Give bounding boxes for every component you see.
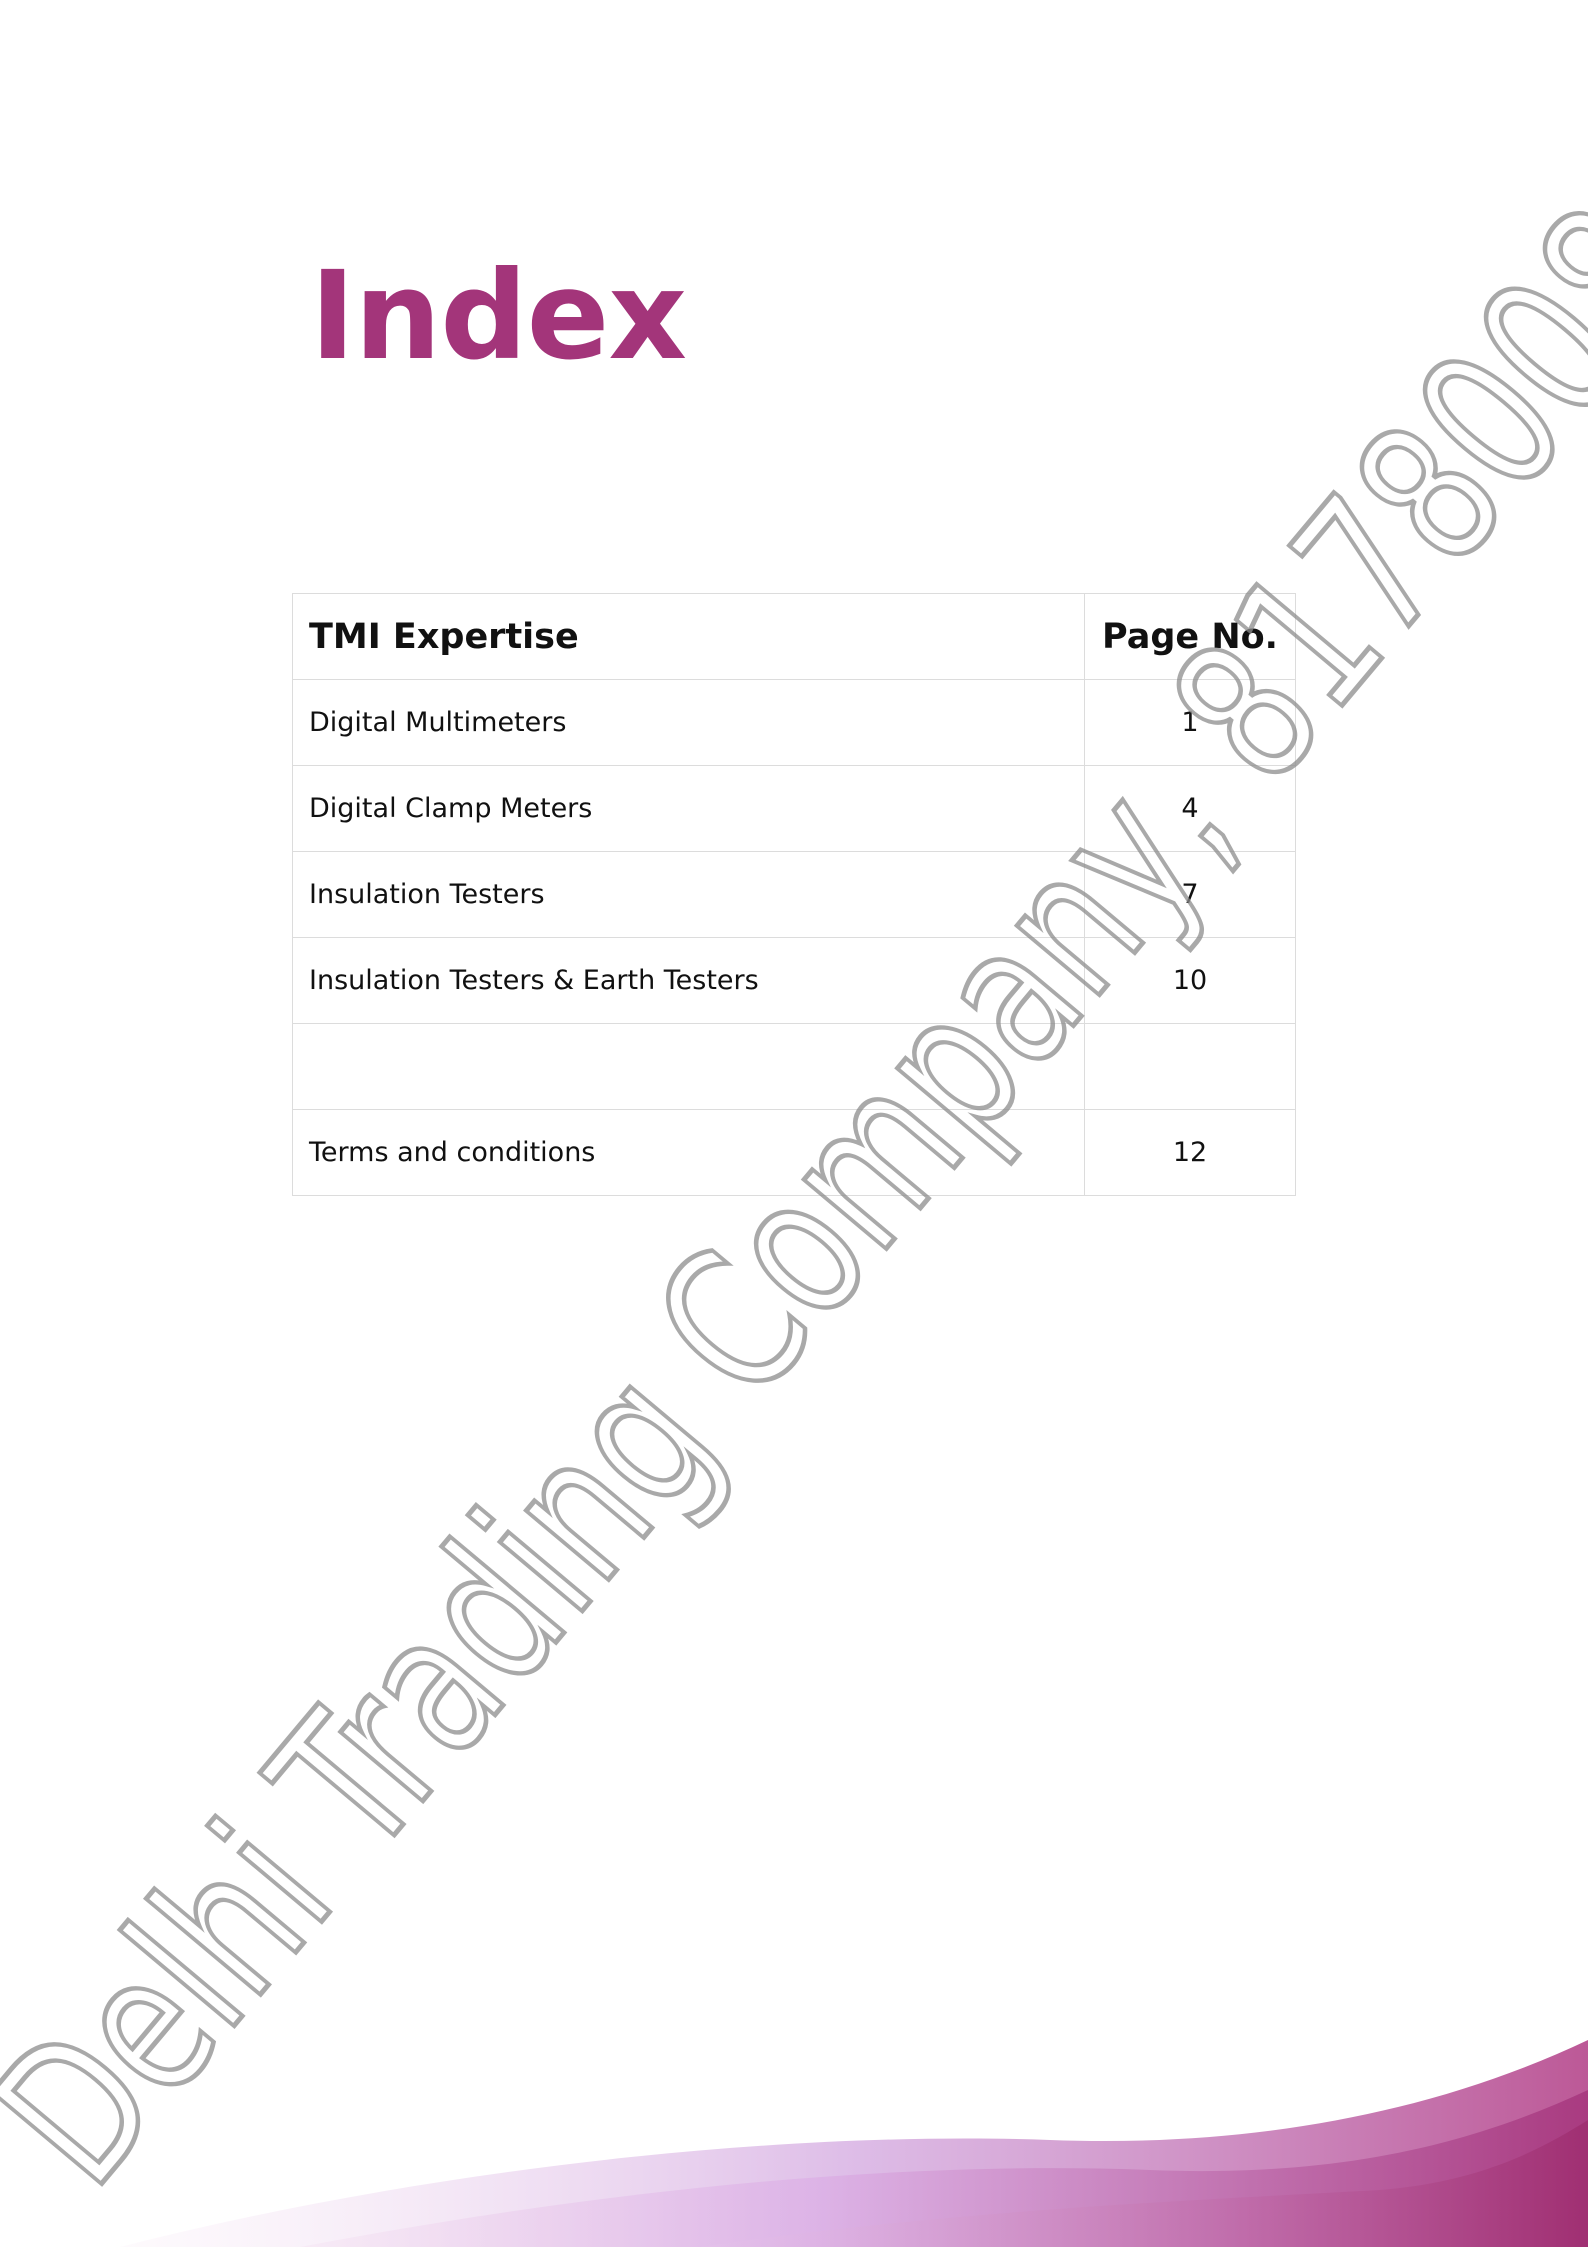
- page-number-cell: 12: [1084, 1109, 1296, 1196]
- page-title: Index: [310, 245, 687, 387]
- topic-cell: Terms and conditions: [292, 1109, 1085, 1196]
- page-number-cell: 10: [1084, 937, 1296, 1024]
- page-number-cell: [1084, 1023, 1296, 1110]
- index-table: TMI Expertise Page No. Digital Multimete…: [292, 593, 1296, 1196]
- wave-layer: [120, 2040, 1588, 2247]
- table-header-row: TMI Expertise Page No.: [292, 593, 1296, 680]
- page-number-cell: 7: [1084, 851, 1296, 938]
- topic-cell: [292, 1023, 1085, 1110]
- table-row: Insulation Testers 7: [292, 851, 1296, 938]
- table-row: Digital Clamp Meters 4: [292, 765, 1296, 852]
- column-header-page: Page No.: [1084, 593, 1296, 680]
- table-row-empty: [292, 1023, 1296, 1110]
- wave-layer: [300, 2090, 1588, 2247]
- page-number-cell: 4: [1084, 765, 1296, 852]
- table-row: Digital Multimeters 1: [292, 679, 1296, 766]
- topic-cell: Insulation Testers: [292, 851, 1085, 938]
- topic-cell: Digital Clamp Meters: [292, 765, 1085, 852]
- column-header-topic: TMI Expertise: [292, 593, 1085, 680]
- topic-cell: Digital Multimeters: [292, 679, 1085, 766]
- topic-cell: Insulation Testers & Earth Testers: [292, 937, 1085, 1024]
- wave-layer: [700, 2120, 1588, 2247]
- page-number-cell: 1: [1084, 679, 1296, 766]
- table-row: Terms and conditions 12: [292, 1109, 1296, 1196]
- table-row: Insulation Testers & Earth Testers 10: [292, 937, 1296, 1024]
